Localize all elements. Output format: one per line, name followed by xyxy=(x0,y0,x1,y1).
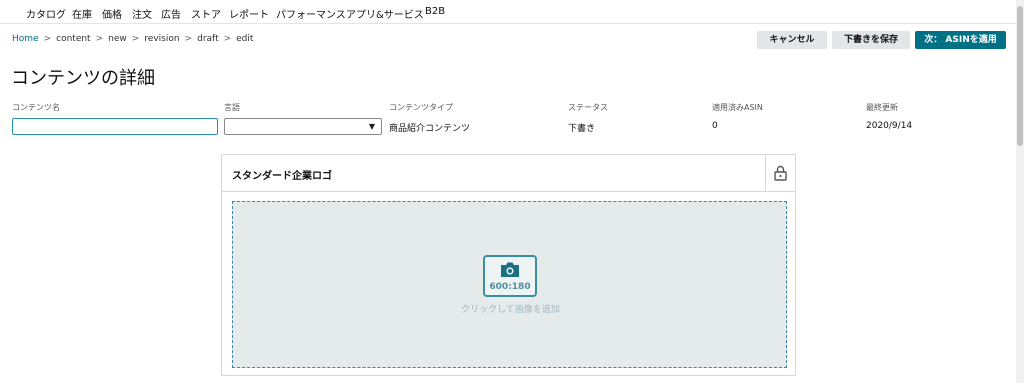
breadcrumb-item-draft: draft xyxy=(197,34,219,44)
page-title: コンテンツの詳細 xyxy=(11,68,155,89)
last-updated-label: 最終更新 xyxy=(866,103,898,112)
breadcrumb-separator: > xyxy=(223,34,232,44)
breadcrumb-item-revision: revision xyxy=(144,34,180,44)
breadcrumb-separator: > xyxy=(43,34,52,44)
company-logo-module: スタンダード企業ロゴ 600:180 クリックして画像を追加 xyxy=(221,154,796,376)
nav-item-catalog[interactable]: カタログ xyxy=(26,6,66,21)
content-type-label: コンテンツタイプ xyxy=(389,103,453,112)
nav-item-stores[interactable]: ストア xyxy=(191,6,221,21)
image-ratio-label: 600:180 xyxy=(489,282,531,292)
page-scrollbar[interactable] xyxy=(1016,0,1024,383)
breadcrumb: Home > content > new > revision > draft > edit xyxy=(12,34,253,44)
next-apply-asin-button[interactable]: 次： ASINを適用 xyxy=(915,31,1006,49)
breadcrumb-home[interactable]: Home xyxy=(12,34,39,44)
breadcrumb-item-edit: edit xyxy=(236,34,254,44)
breadcrumb-item-content: content xyxy=(56,34,91,44)
nav-item-b2b[interactable]: B2B xyxy=(425,6,445,17)
nav-item-advertising[interactable]: 広告 xyxy=(161,6,181,21)
nav-item-inventory[interactable]: 在庫 xyxy=(72,6,92,21)
save-draft-button[interactable]: 下書きを保存 xyxy=(832,31,910,49)
status-value: 下書き xyxy=(568,124,596,134)
applied-asin-value: 0 xyxy=(712,121,718,131)
breadcrumb-separator: > xyxy=(184,34,193,44)
module-title: スタンダード企業ロゴ xyxy=(232,171,332,182)
lock-button[interactable] xyxy=(765,155,795,192)
last-updated-value: 2020/9/14 xyxy=(866,121,913,131)
breadcrumb-item-new: new xyxy=(108,34,127,44)
breadcrumb-separator: > xyxy=(131,34,140,44)
nav-item-apps-services[interactable]: アプリ&サービス xyxy=(346,6,424,21)
nav-item-reports[interactable]: レポート xyxy=(229,6,269,21)
nav-item-orders[interactable]: 注文 xyxy=(132,6,152,21)
applied-asin-label: 適用済みASIN xyxy=(712,103,763,112)
language-label: 言語 xyxy=(224,103,240,112)
content-type-value: 商品紹介コンテンツ xyxy=(389,124,471,134)
content-name-input[interactable] xyxy=(12,118,218,135)
upload-hint-text: クリックして画像を追加 xyxy=(461,305,560,315)
status-label: ステータス xyxy=(568,103,608,112)
camera-icon xyxy=(501,262,519,277)
image-upload-dropzone[interactable]: 600:180 クリックして画像を追加 xyxy=(232,201,787,368)
top-navigation: カタログ 在庫 価格 注文 広告 ストア レポート パフォーマンス アプリ&サー… xyxy=(0,0,1016,24)
image-upload-button[interactable]: 600:180 xyxy=(483,255,537,297)
content-name-label: コンテンツ名 xyxy=(12,103,60,112)
cancel-button[interactable]: キャンセル xyxy=(757,31,827,49)
nav-item-pricing[interactable]: 価格 xyxy=(102,6,122,21)
module-header: スタンダード企業ロゴ xyxy=(222,155,795,192)
scrollbar-thumb[interactable] xyxy=(1017,6,1023,146)
breadcrumb-separator: > xyxy=(95,34,104,44)
nav-item-performance[interactable]: パフォーマンス xyxy=(276,6,346,21)
chevron-down-icon: ▼ xyxy=(368,122,375,131)
lock-icon xyxy=(774,165,787,181)
language-select[interactable]: ▼ xyxy=(224,118,382,135)
